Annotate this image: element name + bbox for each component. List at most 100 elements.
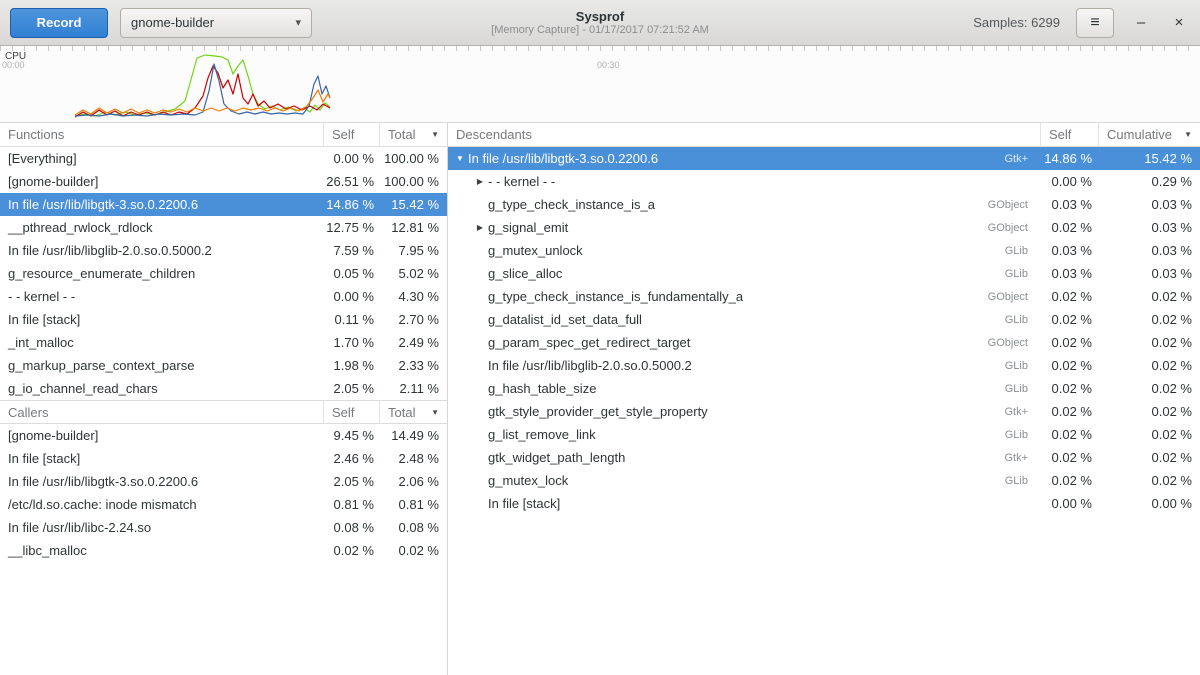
callers-self-column-header[interactable]: Self <box>323 401 379 423</box>
function-name: /etc/ld.so.cache: inode mismatch <box>0 497 323 512</box>
expander-collapsed-icon[interactable]: ▶ <box>472 177 488 186</box>
library-category-badge: GObject <box>988 222 1040 234</box>
table-row[interactable]: g_io_channel_read_chars2.05 %2.11 % <box>0 377 447 400</box>
minimize-button[interactable]: – <box>1130 14 1152 31</box>
menu-button[interactable]: ≡ <box>1076 8 1114 38</box>
library-category-badge: Gtk+ <box>1004 452 1040 464</box>
sort-arrow-icon: ▼ <box>1184 130 1192 139</box>
total-percent: 7.95 % <box>379 243 447 258</box>
table-row[interactable]: In file /usr/lib/libglib-2.0.so.0.5000.2… <box>0 239 447 262</box>
cumulative-percent: 0.02 % <box>1098 473 1200 488</box>
functions-total-column-header[interactable]: Total ▼ <box>379 123 447 146</box>
table-row[interactable]: g_list_remove_linkGLib0.02 %0.02 % <box>448 423 1200 446</box>
sort-arrow-icon: ▼ <box>431 408 439 417</box>
function-name: g_list_remove_link <box>488 427 1005 442</box>
table-row[interactable]: ▶g_signal_emitGObject0.02 %0.03 % <box>448 216 1200 239</box>
table-row[interactable]: ▼In file /usr/lib/libgtk-3.so.0.2200.6Gt… <box>448 147 1200 170</box>
close-button[interactable]: × <box>1168 14 1190 31</box>
headerbar-right: Samples: 6299 ≡ – × <box>973 8 1190 38</box>
function-name: g_mutex_lock <box>488 473 1005 488</box>
self-percent: 0.02 % <box>1040 381 1098 396</box>
table-row[interactable]: g_datalist_id_set_data_fullGLib0.02 %0.0… <box>448 308 1200 331</box>
function-name: In file /usr/lib/libc-2.24.so <box>0 520 323 535</box>
descendants-column-header[interactable]: Descendants <box>448 123 1040 146</box>
table-row[interactable]: g_mutex_lockGLib0.02 %0.02 % <box>448 469 1200 492</box>
table-row[interactable]: g_type_check_instance_is_aGObject0.03 %0… <box>448 193 1200 216</box>
main-content: Functions Self Total ▼ [Everything]0.00 … <box>0 123 1200 675</box>
self-percent: 0.02 % <box>1040 473 1098 488</box>
process-selector-dropdown[interactable]: gnome-builder ▾ <box>120 8 312 38</box>
cumulative-percent: 0.29 % <box>1098 174 1200 189</box>
self-percent: 1.70 % <box>323 335 379 350</box>
self-percent: 0.02 % <box>1040 450 1098 465</box>
total-percent: 0.81 % <box>379 497 447 512</box>
samples-count: Samples: 6299 <box>973 15 1060 30</box>
table-row[interactable]: In file /usr/lib/libgtk-3.so.0.2200.614.… <box>0 193 447 216</box>
function-name: __pthread_rwlock_rdlock <box>0 220 323 235</box>
table-row[interactable]: /etc/ld.so.cache: inode mismatch0.81 %0.… <box>0 493 447 516</box>
table-row[interactable]: _int_malloc1.70 %2.49 % <box>0 331 447 354</box>
cpu-timeline-graph[interactable]: CPU 00:00 00:30 <box>0 46 1200 123</box>
table-row[interactable]: [Everything]0.00 %100.00 % <box>0 147 447 170</box>
function-name: In file [stack] <box>0 451 323 466</box>
descendants-cumulative-column-header[interactable]: Cumulative ▼ <box>1098 123 1200 146</box>
table-row[interactable]: In file [stack]0.11 %2.70 % <box>0 308 447 331</box>
table-row[interactable]: [gnome-builder]9.45 %14.49 % <box>0 424 447 447</box>
library-category-badge: GObject <box>988 291 1040 303</box>
self-percent: 0.00 % <box>323 151 379 166</box>
functions-column-header[interactable]: Functions <box>0 123 323 146</box>
expander-expanded-icon[interactable]: ▼ <box>452 154 468 163</box>
table-row[interactable]: __libc_malloc0.02 %0.02 % <box>0 539 447 562</box>
self-percent: 2.05 % <box>323 474 379 489</box>
function-name: In file [stack] <box>488 496 1028 511</box>
function-name: In file [stack] <box>0 312 323 327</box>
table-row[interactable]: [gnome-builder]26.51 %100.00 % <box>0 170 447 193</box>
table-row[interactable]: In file [stack]2.46 %2.48 % <box>0 447 447 470</box>
table-row[interactable]: gtk_style_provider_get_style_propertyGtk… <box>448 400 1200 423</box>
table-row[interactable]: g_markup_parse_context_parse1.98 %2.33 % <box>0 354 447 377</box>
self-percent: 2.46 % <box>323 451 379 466</box>
table-row[interactable]: g_mutex_unlockGLib0.03 %0.03 % <box>448 239 1200 262</box>
table-row[interactable]: __pthread_rwlock_rdlock12.75 %12.81 % <box>0 216 447 239</box>
callers-total-column-header[interactable]: Total ▼ <box>379 401 447 423</box>
total-percent: 2.49 % <box>379 335 447 350</box>
function-name: _int_malloc <box>0 335 323 350</box>
table-row[interactable]: g_slice_allocGLib0.03 %0.03 % <box>448 262 1200 285</box>
table-row[interactable]: ▶- - kernel - -0.00 %0.29 % <box>448 170 1200 193</box>
self-percent: 0.03 % <box>1040 266 1098 281</box>
function-name: - - kernel - - <box>0 289 323 304</box>
function-name: g_resource_enumerate_children <box>0 266 323 281</box>
total-header-label: Total <box>388 127 415 142</box>
record-button[interactable]: Record <box>10 8 108 38</box>
functions-self-column-header[interactable]: Self <box>323 123 379 146</box>
expander-collapsed-icon[interactable]: ▶ <box>472 223 488 232</box>
table-row[interactable]: In file /usr/lib/libc-2.24.so0.08 %0.08 … <box>0 516 447 539</box>
function-name: __libc_malloc <box>0 543 323 558</box>
self-percent: 0.02 % <box>1040 404 1098 419</box>
self-percent: 0.02 % <box>1040 312 1098 327</box>
table-row[interactable]: g_type_check_instance_is_fundamentally_a… <box>448 285 1200 308</box>
function-name: g_type_check_instance_is_fundamentally_a <box>488 289 988 304</box>
function-name: [gnome-builder] <box>0 174 323 189</box>
table-row[interactable]: In file /usr/lib/libglib-2.0.so.0.5000.2… <box>448 354 1200 377</box>
table-row[interactable]: In file [stack]0.00 %0.00 % <box>448 492 1200 515</box>
self-header-label: Self <box>332 127 354 142</box>
callers-column-header[interactable]: Callers <box>0 401 323 423</box>
function-name: gtk_widget_path_length <box>488 450 1004 465</box>
table-row[interactable]: g_resource_enumerate_children0.05 %5.02 … <box>0 262 447 285</box>
cpu-usage-lines <box>0 46 1200 123</box>
self-percent: 14.86 % <box>323 197 379 212</box>
table-row[interactable]: g_param_spec_get_redirect_targetGObject0… <box>448 331 1200 354</box>
self-percent: 0.00 % <box>1040 496 1098 511</box>
function-name: g_hash_table_size <box>488 381 1005 396</box>
cumulative-percent: 0.02 % <box>1098 289 1200 304</box>
descendants-self-column-header[interactable]: Self <box>1040 123 1098 146</box>
table-row[interactable]: gtk_widget_path_lengthGtk+0.02 %0.02 % <box>448 446 1200 469</box>
table-row[interactable]: In file /usr/lib/libgtk-3.so.0.2200.62.0… <box>0 470 447 493</box>
total-percent: 2.48 % <box>379 451 447 466</box>
table-row[interactable]: g_hash_table_sizeGLib0.02 %0.02 % <box>448 377 1200 400</box>
descendants-table-header: Descendants Self Cumulative ▼ <box>448 123 1200 147</box>
self-percent: 0.03 % <box>1040 197 1098 212</box>
table-row[interactable]: - - kernel - -0.00 %4.30 % <box>0 285 447 308</box>
library-category-badge: GLib <box>1005 245 1040 257</box>
